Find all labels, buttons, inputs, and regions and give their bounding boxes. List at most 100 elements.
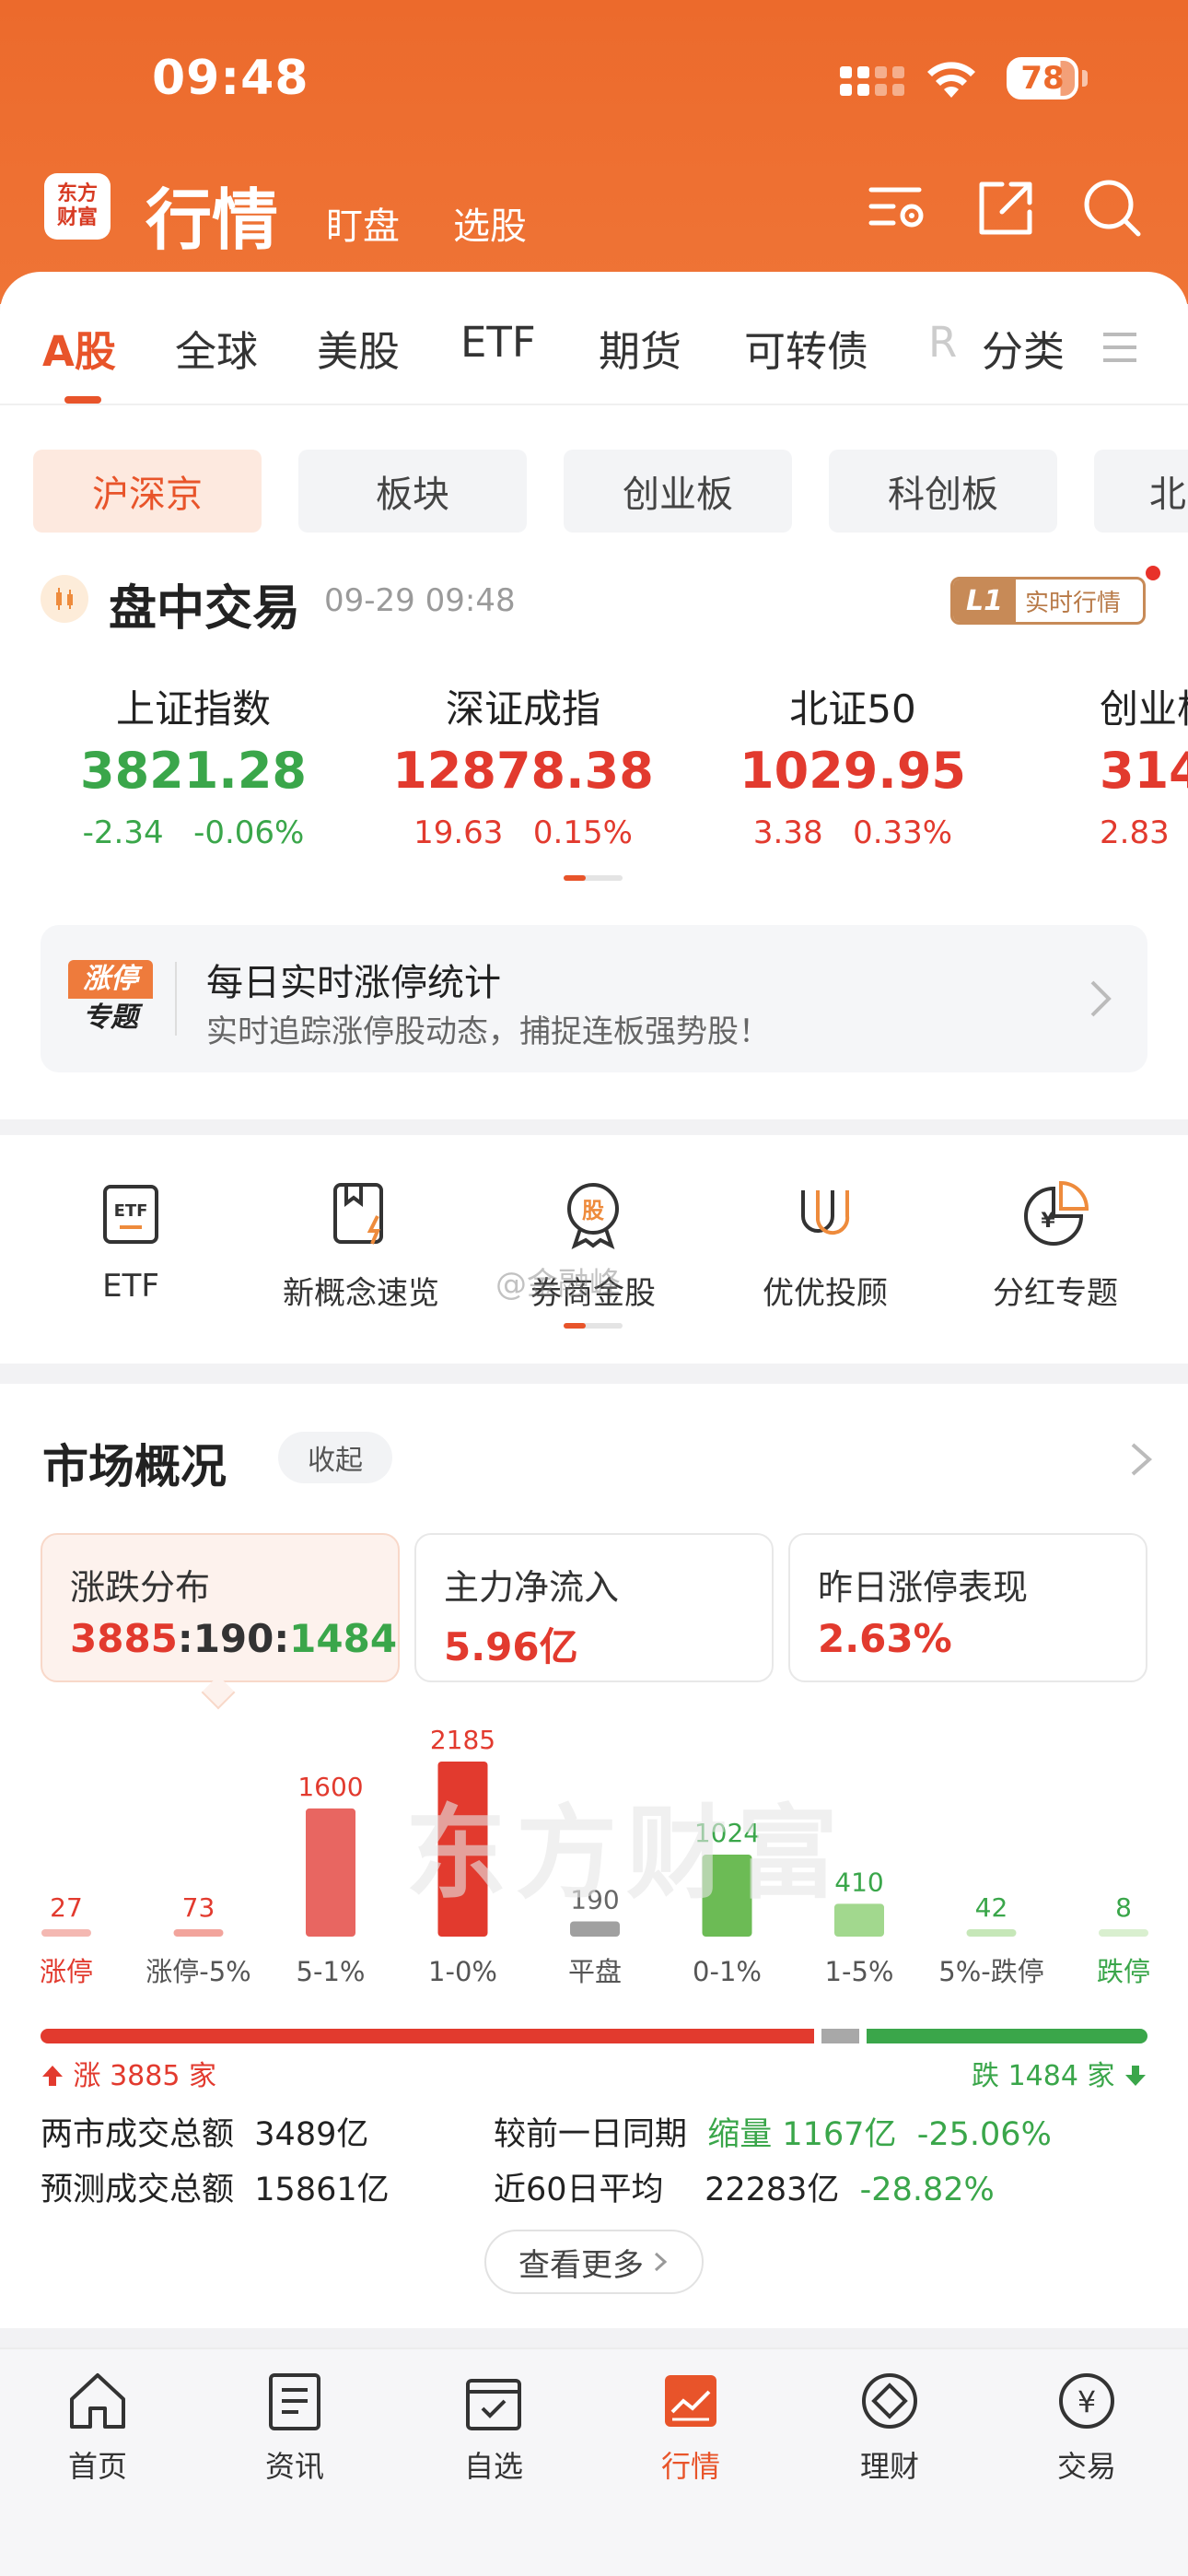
tool-etf[interactable]: ETF ETF	[20, 1179, 241, 1305]
stat-up-down-distribution[interactable]: 涨跌分布 3885:190:1484	[41, 1533, 400, 1682]
bar-value-label: 42	[975, 1892, 1008, 1923]
category-label: 1-0%	[428, 1956, 497, 1987]
tab-divider	[0, 404, 1188, 405]
ratio-flat-segment	[821, 2029, 859, 2043]
chip-sector[interactable]: 板块	[298, 450, 527, 533]
index-chinext[interactable]: 创业板 3142 2.83	[1035, 678, 1188, 851]
trade-icon: ¥	[1059, 2373, 1114, 2429]
category-label: 平盘	[568, 1956, 622, 1987]
chart-watermark: 东方财富	[405, 1795, 847, 1913]
nav-wealth[interactable]: 理财	[816, 2368, 963, 2486]
svg-text:¥: ¥	[1077, 2384, 1096, 2419]
chip-chinext[interactable]: 创业板	[564, 450, 792, 533]
banner-title: 每日实时涨停统计	[206, 962, 501, 1004]
etf-icon: ETF	[103, 1185, 158, 1244]
chip-star[interactable]: 科创板	[829, 450, 1057, 533]
concept-icon	[333, 1183, 383, 1245]
up-down-ratio-bar	[41, 2029, 1147, 2043]
bar-value-label: 73	[182, 1892, 215, 1923]
nav-news[interactable]: 资讯	[221, 2368, 368, 2486]
tab-classify[interactable]: 分类	[982, 318, 1065, 378]
watchlist-icon	[466, 2379, 521, 2430]
tool-dividend[interactable]: ¥ 分红专题	[945, 1179, 1166, 1313]
svg-text:¥: ¥	[1041, 1210, 1055, 1233]
ratio-up-segment	[41, 2029, 814, 2043]
chevron-right-icon	[1090, 980, 1112, 1017]
chevron-right-icon	[654, 2252, 668, 2272]
tab-active-indicator	[64, 396, 101, 404]
index-pager	[564, 875, 623, 881]
tab-watch[interactable]: 盯盘	[326, 196, 400, 250]
advisor-icon	[801, 1190, 850, 1235]
up-count-label: 涨 3885 家	[41, 2053, 216, 2093]
bar-value-label: 27	[50, 1892, 83, 1923]
ratio-down-segment	[867, 2029, 1147, 2043]
tab-convertible[interactable]: 可转债	[744, 318, 868, 378]
cellular-signal-icon	[840, 66, 904, 96]
trading-title: 盘中交易	[109, 581, 301, 637]
category-label: 涨停	[40, 1956, 93, 1987]
bar-2	[306, 1808, 355, 1937]
wealth-icon	[862, 2373, 917, 2429]
view-more-button[interactable]: 查看更多	[484, 2230, 704, 2294]
status-time: 09:48	[152, 51, 309, 106]
wifi-icon	[927, 62, 975, 98]
arrow-up-icon	[42, 2066, 63, 2086]
svg-text:股: 股	[582, 1198, 604, 1224]
banner-subtitle: 实时追踪涨停股动态，捕捉连板强势股！	[206, 1013, 770, 1050]
market-icon	[665, 2375, 716, 2427]
vs-previous-day: 较前一日同期 缩量 1167亿 -25.06%	[494, 2116, 1052, 2153]
dividend-icon: ¥	[1024, 1180, 1089, 1246]
collapse-button[interactable]: 收起	[278, 1432, 392, 1483]
down-count-label: 跌 1484 家	[972, 2053, 1147, 2093]
settings-list-icon[interactable]	[866, 177, 928, 240]
chevron-right-icon[interactable]	[1129, 1441, 1153, 1478]
bar-4	[570, 1921, 620, 1937]
index-shenzhen[interactable]: 深证成指 12878.38 19.63 0.15%	[376, 678, 670, 851]
bottom-navigation: 首页 资讯 自选 行情 理财 ¥ 交易	[0, 2348, 1188, 2576]
tab-etf[interactable]: ETF	[460, 318, 536, 367]
tool-advisor[interactable]: 优优投顾	[715, 1179, 936, 1313]
market-tabs: A股 全球 美股 ETF 期货 可转债 R 分类	[0, 318, 1188, 401]
tab-global[interactable]: 全球	[175, 318, 258, 378]
nav-trade[interactable]: ¥ 交易	[1013, 2368, 1160, 2486]
menu-icon[interactable]	[1101, 329, 1138, 366]
predicted-turnover: 预测成交总额 15861亿	[41, 2172, 390, 2208]
news-icon	[269, 2373, 320, 2430]
tab-overflow[interactable]: R	[928, 318, 957, 367]
nav-market[interactable]: 行情	[617, 2368, 764, 2486]
tool-new-concept[interactable]: 新概念速览	[250, 1179, 472, 1313]
category-label: 0-1%	[693, 1956, 762, 1987]
category-label: 涨停-5%	[146, 1956, 250, 1987]
tab-us-stocks[interactable]: 美股	[317, 318, 400, 378]
nav-watchlist[interactable]: 自选	[420, 2368, 567, 2486]
limit-up-banner[interactable]: 涨停 专题 每日实时涨停统计 实时追踪涨停股动态，捕捉连板强势股！	[41, 925, 1147, 1072]
page-title: 行情	[146, 181, 279, 259]
stat-yesterday-limit-up[interactable]: 昨日涨停表现 2.63%	[788, 1533, 1147, 1682]
nav-home[interactable]: 首页	[24, 2368, 171, 2486]
home-icon	[70, 2373, 125, 2429]
bar-value-label: 1600	[297, 1772, 363, 1802]
stat-main-net-inflow[interactable]: 主力净流入 5.96亿	[414, 1533, 774, 1682]
l1-realtime-badge[interactable]: L1 实时行情	[950, 577, 1146, 625]
distribution-chart: 东方财富 27 涨停 73 涨停-5% 1600 5-1% 2185 1-0% 190 平盘 102…	[0, 1715, 1188, 2047]
bar-value-label: 8	[1115, 1892, 1132, 1923]
index-shanghai[interactable]: 上证指数 3821.28 -2.34 -0.06%	[46, 678, 341, 851]
tab-stock-picker[interactable]: 选股	[453, 196, 527, 250]
chip-beijing[interactable]: 北	[1094, 450, 1188, 533]
tab-a-shares[interactable]: A股	[42, 318, 116, 378]
share-icon[interactable]	[974, 177, 1037, 240]
search-icon[interactable]	[1081, 177, 1144, 240]
total-turnover: 两市成交总额 3489亿	[41, 2116, 369, 2153]
arrow-down-icon	[1125, 2066, 1146, 2086]
trading-time: 09-29 09:48	[324, 582, 516, 619]
svg-text:ETF: ETF	[114, 1201, 148, 1221]
candlestick-icon	[41, 575, 88, 623]
category-label: 5-1%	[297, 1956, 366, 1987]
bar-0	[41, 1929, 91, 1937]
tab-futures[interactable]: 期货	[599, 318, 681, 378]
chip-hs-jing[interactable]: 沪深京	[33, 450, 262, 533]
bar-7	[966, 1929, 1017, 1937]
banner-divider	[175, 962, 177, 1036]
index-bse50[interactable]: 北证50 1029.95 3.38 0.33%	[705, 678, 1000, 851]
